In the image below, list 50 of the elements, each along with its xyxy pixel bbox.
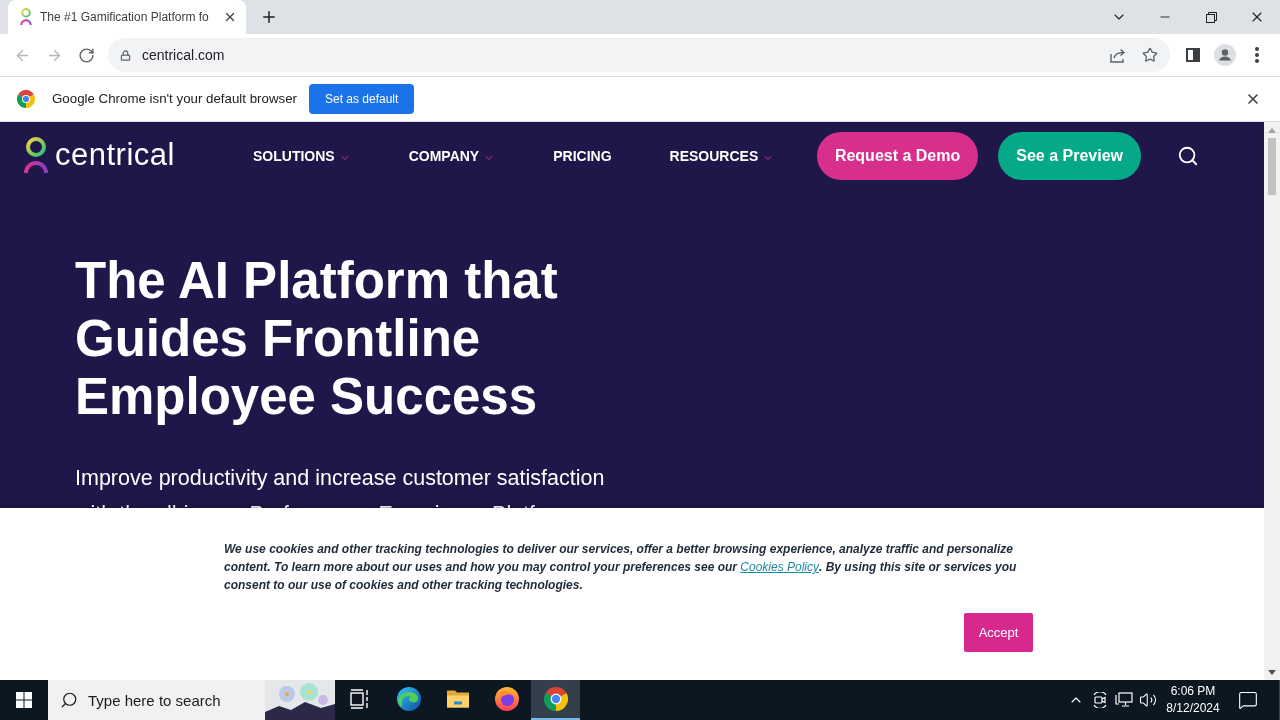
infobar-message: Google Chrome isn't your default browser (52, 90, 297, 109)
search-highlight-drawing (265, 680, 335, 720)
nav-link[interactable]: COMPANY (408, 145, 496, 167)
plus-icon (260, 8, 278, 26)
lock-icon (120, 48, 131, 62)
address-bar[interactable]: centrical.com (108, 38, 1170, 72)
hero-title: The AI Platform that Guides Frontline Employee Success (75, 252, 559, 426)
browser-tab[interactable]: The #1 Gamification Platform fo (8, 0, 246, 34)
nav-link[interactable]: SOLUTIONS (253, 145, 351, 167)
speaker-icon (1139, 691, 1157, 709)
scroll-down-arrow-icon[interactable] (1268, 669, 1276, 675)
centrical-logo-icon (24, 137, 48, 175)
edge-browser-icon (396, 687, 421, 711)
close-icon (1245, 91, 1261, 107)
scrollbar-thumb[interactable] (1268, 138, 1276, 195)
accept-button[interactable]: Accept (964, 613, 1033, 652)
star-icon (1142, 47, 1158, 63)
tab-favicon-icon (20, 8, 32, 26)
cookie-notice-text: We use cookies and other tracking technologies to deliver our services, offer a better browsing experience, analyze traffic and personalize content. To learn more about our uses and how you may control your preferences see our Cookies Policy. By using this site or services you consent to our use of cookies and other tracking technologies. (224, 541, 1018, 594)
search-button[interactable] (1176, 144, 1200, 168)
nav-link[interactable]: RESOURCES (669, 145, 775, 167)
request-demo-button[interactable]: Request a Demo (816, 132, 979, 180)
notification-icon (1238, 690, 1258, 710)
chrome-logo-icon (17, 90, 35, 108)
firefox-browser-icon (494, 687, 519, 711)
restore-icon (1205, 11, 1217, 23)
clock-time: 6:06 PM (1170, 683, 1216, 700)
search-icon (60, 691, 78, 709)
chrome-browser-icon (543, 687, 568, 711)
tab-title: The #1 Gamification Platform fo (40, 9, 210, 26)
menu-icon (1255, 47, 1259, 63)
set-as-default-button[interactable]: Set as default (308, 84, 415, 114)
taskbar-search-field[interactable]: Type here to search (48, 680, 265, 720)
side-panel-icon (1186, 48, 1200, 62)
nav-link[interactable]: PRICING (553, 145, 612, 167)
folder-icon (445, 689, 470, 709)
logo-wordmark: centrical (55, 138, 175, 170)
url-text: centrical.com (142, 45, 225, 65)
avatar-icon (1214, 44, 1236, 66)
share-icon (1110, 47, 1126, 63)
camera-icon (1092, 692, 1108, 708)
task-view-icon (349, 689, 370, 709)
chrome-taskbar-button[interactable] (531, 680, 580, 720)
clock-date: 8/12/2024 (1166, 700, 1220, 717)
reload-icon (77, 46, 95, 64)
close-icon (223, 10, 237, 24)
network-monitor-icon (1115, 692, 1133, 708)
cookies-policy-link[interactable]: Cookies Policy (740, 560, 820, 574)
windows-logo-icon (16, 692, 32, 708)
search-icon (1177, 145, 1199, 167)
